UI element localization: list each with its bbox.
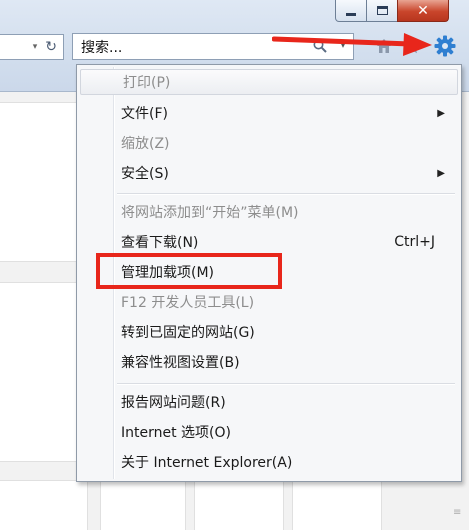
menu-item-internet-options[interactable]: Internet 选项(O) [79,419,459,445]
shortcut-label: Ctrl+J [394,234,435,250]
page-tile [0,480,88,530]
menu-item-add-to-start: 将网站添加到“开始”菜单(M) [121,205,299,221]
address-dropdown-icon[interactable]: ▾ [33,42,38,52]
menu-item-compat-view[interactable]: 兼容性视图设置(B) [79,349,459,375]
maximize-icon [376,6,388,15]
menu-item-file[interactable]: 文件(F) ▶ [79,100,459,126]
menu-item-view-downloads[interactable]: 查看下载(N) Ctrl+J [79,229,459,255]
menu-separator [117,383,455,385]
page-tile [0,102,88,262]
close-button[interactable]: ✕ [397,0,449,22]
menu-item-report-problems[interactable]: 报告网站问题(R) [79,389,459,415]
minimize-button[interactable] [335,0,367,22]
page-tile [292,480,382,530]
page-tile [100,480,186,530]
menu-item-pinned-sites[interactable]: 转到已固定的网站(G) [79,319,459,345]
menu-item-f12-tools: F12 开发人员工具(L) [121,295,255,311]
refresh-icon[interactable]: ↻ [45,39,57,55]
page-tile [194,480,284,530]
menu-separator [117,193,455,195]
resize-grip-icon[interactable]: ≡ [453,508,463,518]
submenu-arrow-icon: ▶ [437,167,445,179]
menu-item-zoom: 缩放(Z) [121,136,170,152]
page-tile [0,282,88,462]
annotation-highlight-box [96,253,282,289]
maximize-button[interactable] [366,0,398,22]
menu-item-about-ie[interactable]: 关于 Internet Explorer(A) [79,449,459,475]
menu-item-print: 打印(P) [80,69,458,95]
search-input[interactable]: 搜索... [81,37,122,57]
minimize-icon [346,13,356,16]
address-bar[interactable]: ▾ ↻ [0,34,64,60]
annotation-arrow [272,33,432,56]
close-icon: ✕ [417,2,429,19]
submenu-arrow-icon: ▶ [437,107,445,119]
menu-item-safety[interactable]: 安全(S) ▶ [79,160,459,186]
